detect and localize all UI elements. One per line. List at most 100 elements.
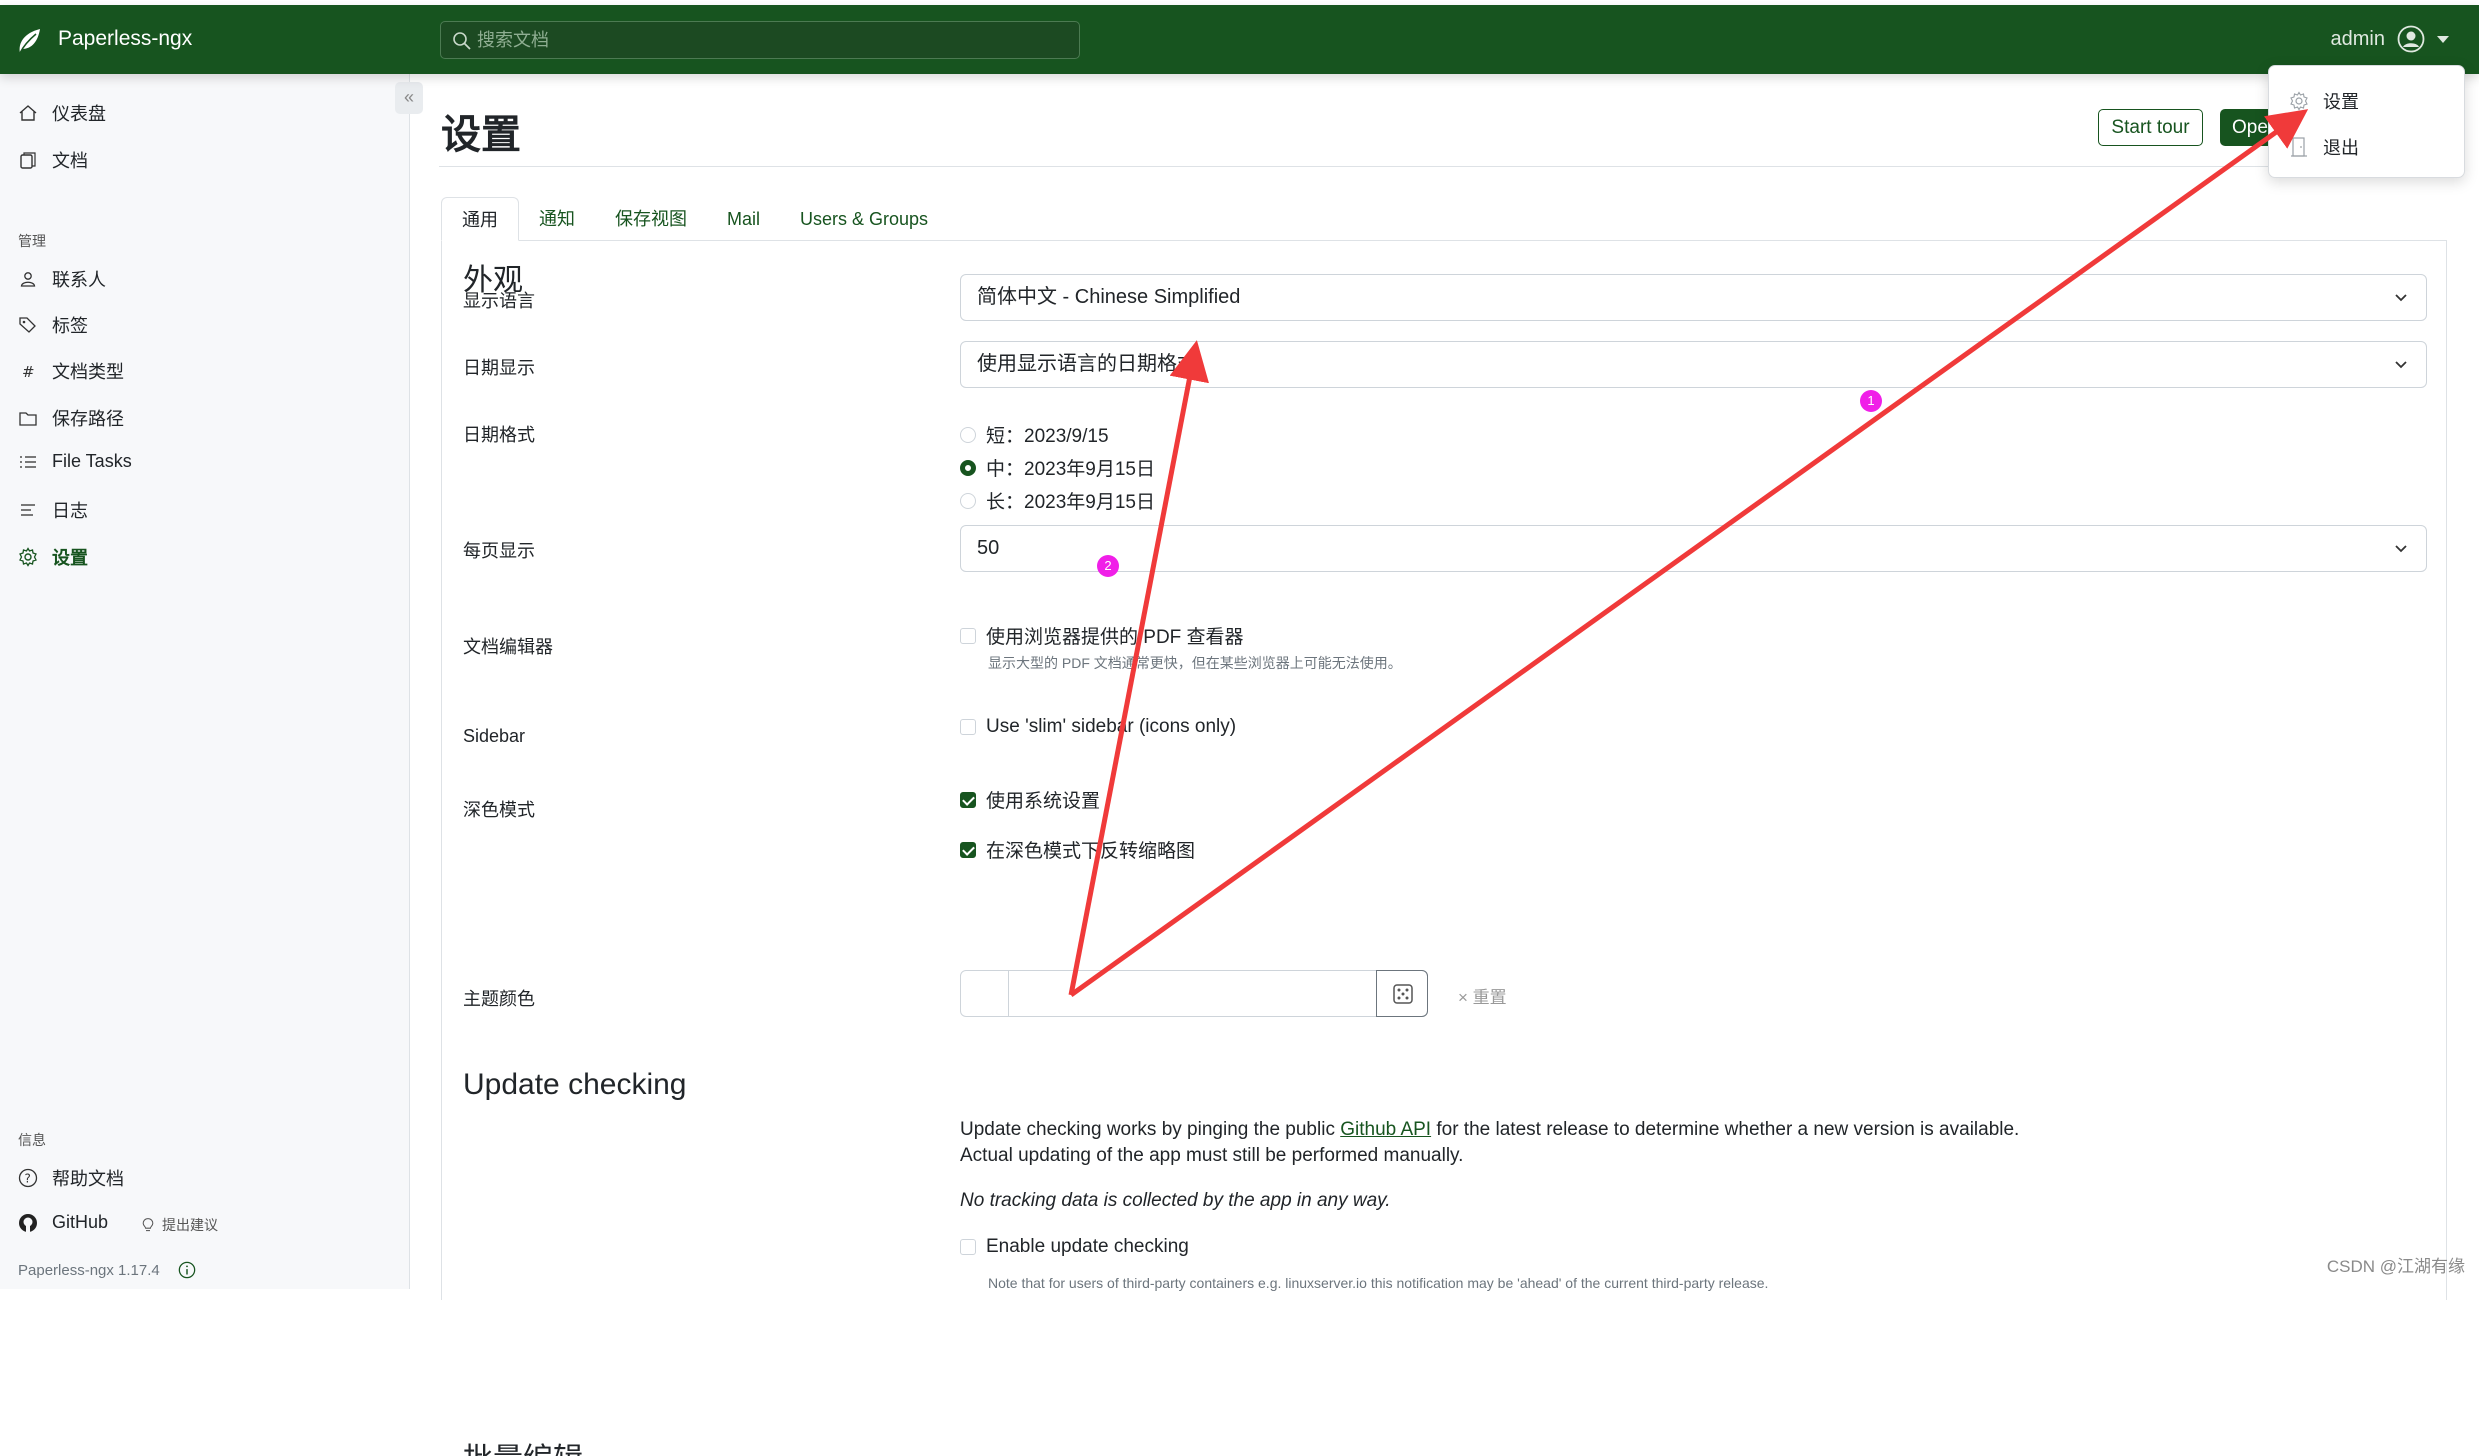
list-task-icon — [18, 452, 38, 472]
label-page-size: 每页显示 — [463, 537, 535, 563]
enable-update-checking-checkbox[interactable] — [960, 1239, 976, 1255]
sidebar-item-tags[interactable]: 标签 — [18, 312, 88, 338]
sidebar-item-label: GitHub — [52, 1212, 108, 1233]
menu-item-settings[interactable]: 设置 — [2289, 88, 2359, 114]
random-color-button[interactable] — [1376, 970, 1428, 1017]
slim-sidebar-label: Use 'slim' sidebar (icons only) — [986, 716, 1236, 738]
tab-general[interactable]: 通用 — [441, 197, 519, 241]
sidebar-item-label: 标签 — [52, 312, 88, 338]
dark-mode-system-label: 使用系统设置 — [986, 786, 1100, 813]
update-manual-note: Actual updating of the app must still be… — [960, 1145, 1463, 1167]
brand-name[interactable]: Paperless-ngx — [58, 27, 192, 51]
label-dark-mode: 深色模式 — [463, 796, 535, 822]
gear-icon — [18, 547, 38, 567]
gear-icon — [2289, 90, 2309, 112]
sidebar-heading-info: 信息 — [18, 1130, 46, 1150]
reset-label: 重置 — [1473, 988, 1507, 1007]
label-date-format: 日期格式 — [463, 421, 535, 447]
folder-icon — [18, 408, 38, 428]
date-format-short-label: 短：2023/9/15 — [986, 421, 1109, 448]
page-size-select[interactable]: 50 — [960, 525, 2427, 572]
date-format-medium-label: 中：2023年9月15日 — [986, 454, 1155, 481]
chevron-down-icon — [2394, 542, 2408, 556]
collapse-sidebar-button[interactable]: « — [395, 82, 423, 114]
suggest-idea-link[interactable]: 提出建议 — [140, 1215, 218, 1235]
description-text: Update checking works by pinging the pub… — [960, 1119, 1340, 1140]
sidebar-item-file-tasks[interactable]: File Tasks — [18, 451, 132, 472]
radio-long[interactable] — [960, 493, 976, 509]
search-box[interactable] — [440, 21, 1080, 59]
username[interactable]: admin — [2331, 28, 2385, 51]
sidebar-item-settings[interactable]: 设置 — [18, 544, 88, 570]
tab-mail[interactable]: Mail — [707, 197, 780, 241]
dark-mode-system-option[interactable]: 使用系统设置 — [960, 786, 1100, 813]
pdf-viewer-label: 使用浏览器提供的 PDF 查看器 — [986, 622, 1244, 649]
github-api-link[interactable]: Github API — [1340, 1119, 1431, 1140]
sidebar-item-logs[interactable]: 日志 — [18, 497, 88, 523]
info-circle-icon[interactable] — [178, 1261, 196, 1279]
sidebar-item-storage-paths[interactable]: 保存路径 — [18, 405, 124, 431]
annotation-marker-1: 1 — [1860, 390, 1882, 412]
enable-update-checking-label: Enable update checking — [986, 1236, 1189, 1258]
tab-notifications[interactable]: 通知 — [519, 197, 595, 241]
sidebar-item-label: 文档 — [52, 147, 88, 173]
sidebar-heading-manage: 管理 — [18, 231, 46, 251]
radio-medium[interactable] — [960, 460, 976, 476]
sidebar-item-label: 联系人 — [52, 266, 106, 292]
theme-color-input-group — [960, 970, 1428, 1017]
enable-update-checking-option[interactable]: Enable update checking — [960, 1236, 1189, 1258]
top-navbar: Paperless-ngx admin — [0, 5, 2479, 74]
tab-panel-general: 外观 显示语言 简体中文 - Chinese Simplified 日期显示 使… — [441, 240, 2447, 1300]
pdf-viewer-checkbox[interactable] — [960, 628, 976, 644]
dice-icon — [1392, 983, 1414, 1005]
person-icon — [18, 269, 38, 289]
radio-short[interactable] — [960, 427, 976, 443]
slim-sidebar-option[interactable]: Use 'slim' sidebar (icons only) — [960, 716, 1236, 738]
text-left-icon — [18, 500, 38, 520]
date-format-long[interactable]: 长：2023年9月15日 — [960, 487, 1155, 514]
tab-users-groups[interactable]: Users & Groups — [780, 197, 948, 241]
start-tour-button[interactable]: Start tour — [2098, 109, 2203, 146]
sidebar-item-label: 帮助文档 — [52, 1165, 124, 1191]
label-date-display: 日期显示 — [463, 354, 535, 380]
sidebar-item-label: File Tasks — [52, 451, 132, 472]
pdf-viewer-option[interactable]: 使用浏览器提供的 PDF 查看器 — [960, 622, 1244, 649]
hash-icon: # — [18, 361, 38, 381]
theme-color-swatch[interactable] — [961, 971, 1009, 1016]
sidebar-item-github[interactable]: GitHub — [18, 1212, 108, 1233]
tab-saved-views[interactable]: 保存视图 — [595, 197, 707, 241]
date-display-value: 使用显示语言的日期格式 — [977, 353, 1197, 375]
user-menu-toggle[interactable]: admin — [2331, 25, 2449, 53]
date-display-select[interactable]: 使用显示语言的日期格式 — [960, 341, 2427, 388]
date-format-long-label: 长：2023年9月15日 — [986, 487, 1155, 514]
leaf-logo-icon[interactable] — [16, 27, 42, 55]
section-title-update-checking: Update checking — [463, 1068, 686, 1102]
person-circle-icon[interactable] — [2397, 25, 2425, 53]
files-icon — [18, 150, 38, 170]
sidebar-item-dashboard[interactable]: 仪表盘 — [18, 100, 106, 126]
lightbulb-icon — [140, 1217, 156, 1233]
display-language-select[interactable]: 简体中文 - Chinese Simplified — [960, 274, 2427, 321]
date-format-short[interactable]: 短：2023/9/15 — [960, 421, 1109, 448]
date-format-medium[interactable]: 中：2023年9月15日 — [960, 454, 1155, 481]
menu-item-settings-label: 设置 — [2323, 88, 2359, 114]
sidebar-item-documents[interactable]: 文档 — [18, 147, 88, 173]
main-content: 设置 Start tour Ope 外观 显示语言 简体中文 - Chinese… — [411, 74, 2479, 1289]
search-input[interactable] — [477, 22, 1067, 58]
menu-item-logout[interactable]: 退出 — [2289, 134, 2359, 160]
dark-mode-system-checkbox[interactable] — [960, 792, 976, 808]
sidebar-item-correspondents[interactable]: 联系人 — [18, 266, 106, 292]
reset-theme-color-button[interactable]: × 重置 — [1458, 983, 1507, 1008]
section-title-bulk-edit: 批量编辑 — [463, 1434, 583, 1456]
sidebar-item-help[interactable]: ? 帮助文档 — [18, 1165, 124, 1191]
caret-down-icon[interactable] — [2437, 36, 2449, 43]
slim-sidebar-checkbox[interactable] — [960, 719, 976, 735]
sidebar-item-document-types[interactable]: # 文档类型 — [18, 358, 124, 384]
label-theme-color: 主题颜色 — [463, 985, 535, 1011]
user-dropdown-menu: 设置 退出 — [2268, 65, 2465, 178]
dark-mode-invert-option[interactable]: 在深色模式下反转缩略图 — [960, 836, 1195, 863]
page-size-value: 50 — [977, 537, 999, 559]
sidebar: 仪表盘 文档 管理 联系人 标签 # 文档类型 保存路径 File Tasks … — [0, 74, 410, 1289]
version-text: Paperless-ngx 1.17.4 — [18, 1262, 160, 1279]
dark-mode-invert-checkbox[interactable] — [960, 842, 976, 858]
